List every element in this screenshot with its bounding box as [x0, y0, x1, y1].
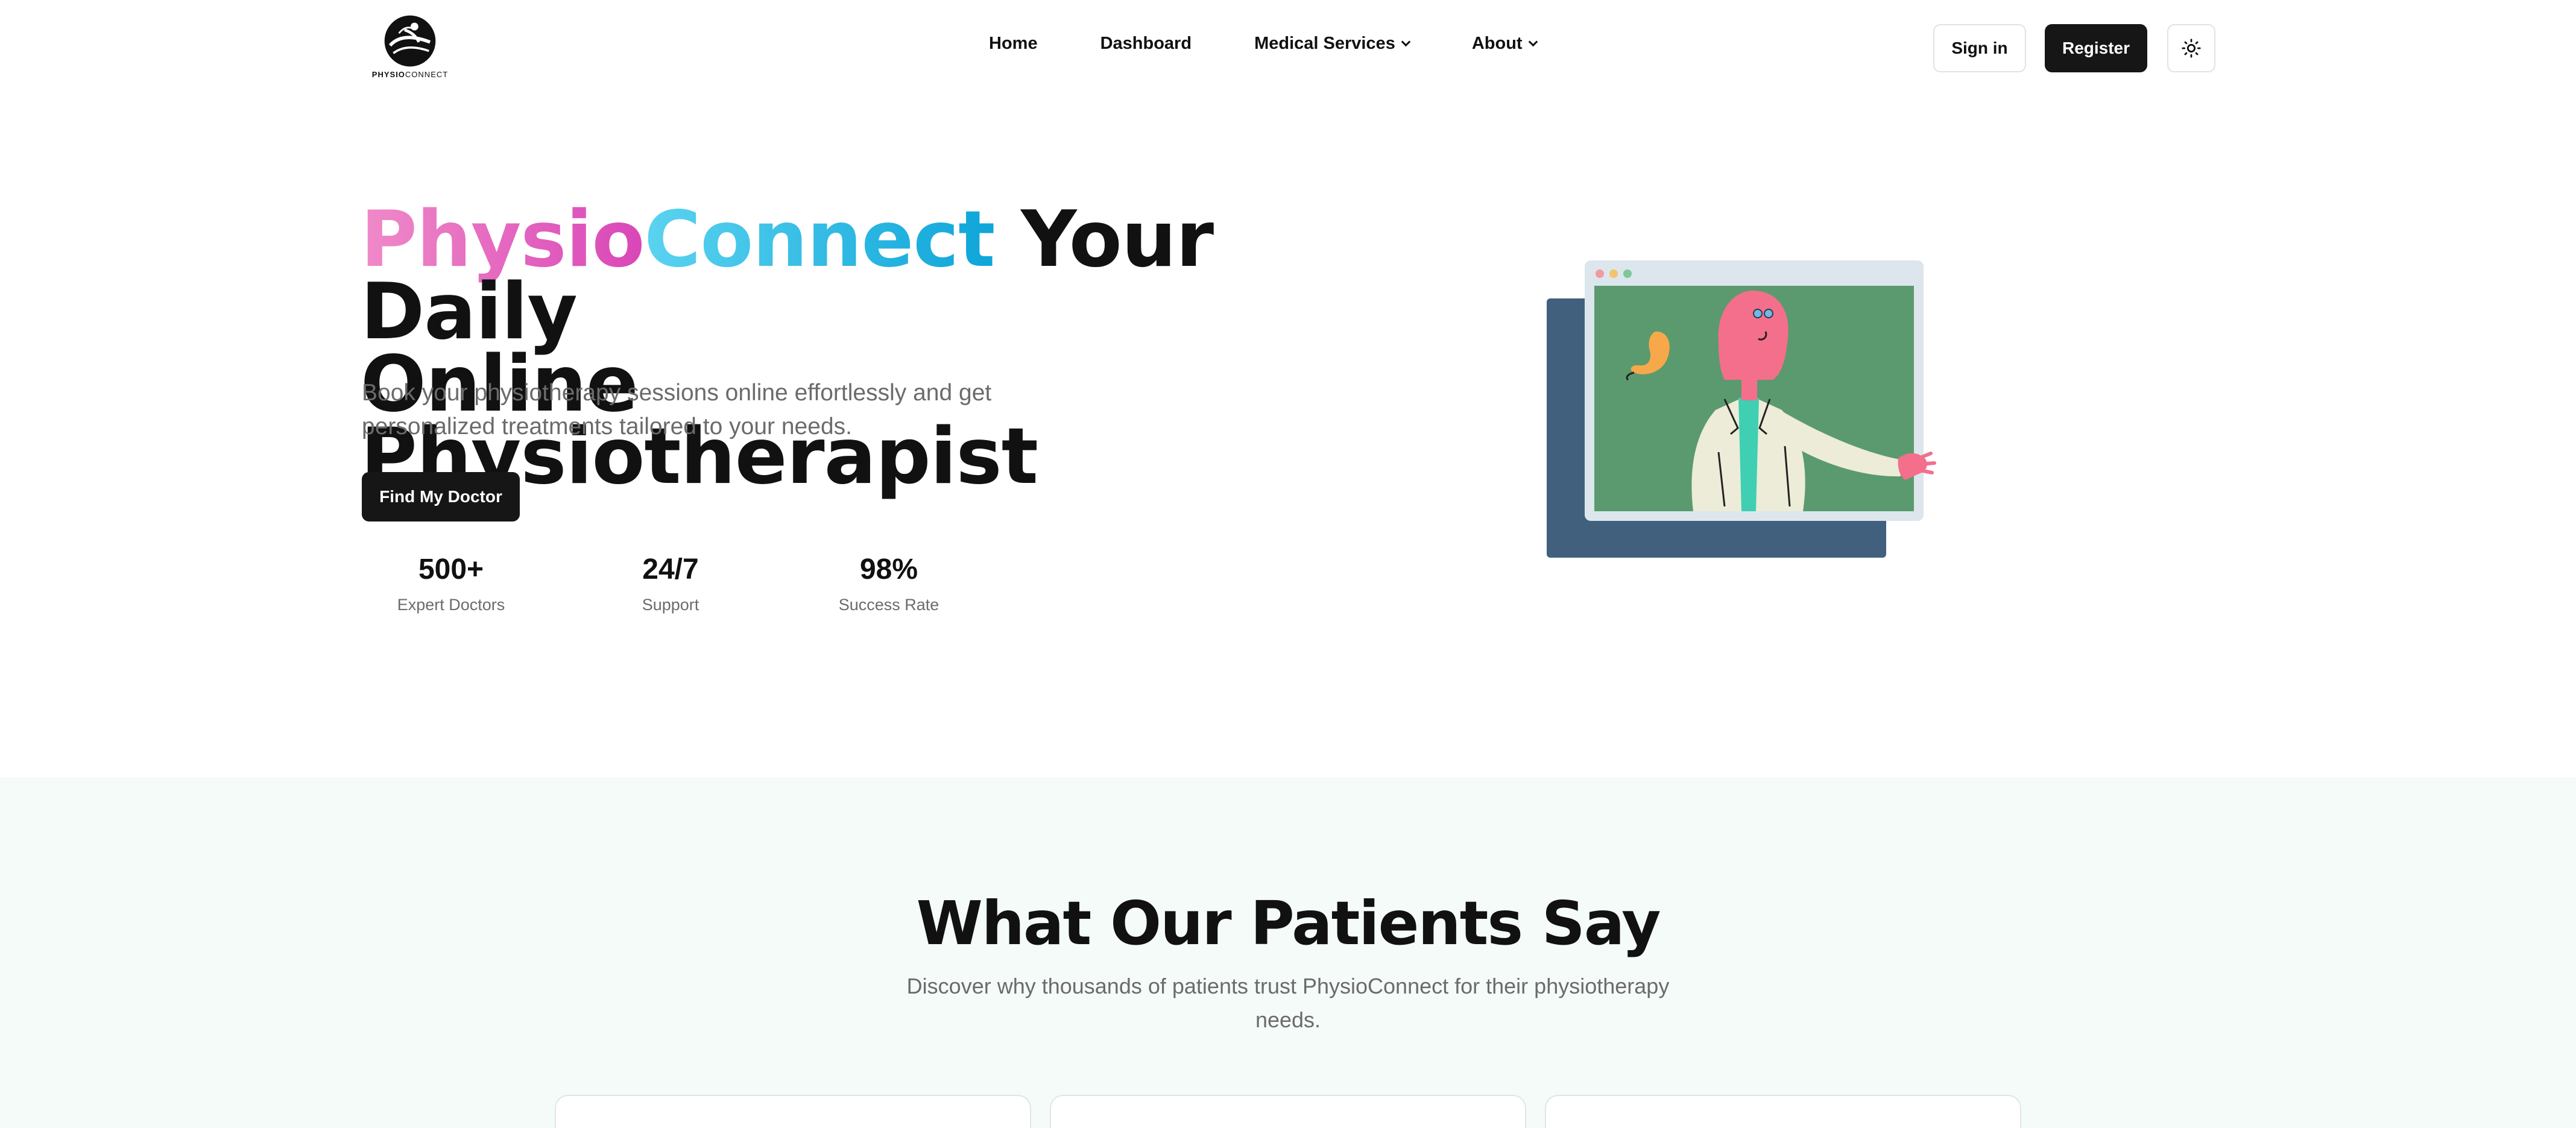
stat-label: Support: [642, 596, 699, 614]
hero-subtitle: Book your physiotherapy sessions online …: [362, 380, 992, 440]
testimonials-title: What Our Patients Say: [916, 888, 1661, 959]
testimonials-subtitle: Discover why thousands of patients trust…: [906, 974, 1670, 1032]
stat-label: Success Rate: [838, 596, 939, 614]
nav-about-label: About: [1471, 34, 1523, 53]
chevron-down-icon: [1528, 37, 1538, 47]
testimonial-card: [555, 1095, 1031, 1128]
stat-value: 98%: [859, 553, 918, 585]
hero-title: PhysioConnect Your Daily Online Physiothe…: [361, 201, 1301, 496]
top-navbar: PHYSIOCONNECT Home Dashboard Medical Ser…: [0, 0, 2576, 96]
sun-icon: [2182, 39, 2201, 58]
stat-expert-doctors: 500+ Expert Doctors: [379, 551, 523, 614]
theme-toggle-button[interactable]: [2167, 24, 2215, 72]
stat-support: 24/7 Support: [598, 551, 743, 614]
register-button[interactable]: Register: [2045, 24, 2147, 72]
main-nav: Home Dashboard Medical Services About: [989, 34, 1599, 54]
stat-label: Expert Doctors: [397, 596, 505, 614]
nav-medical-services-label: Medical Services: [1254, 34, 1395, 53]
physioconnect-logo[interactable]: PHYSIOCONNECT: [368, 13, 452, 84]
logo-emblem-icon: [384, 15, 436, 67]
sign-in-button[interactable]: Sign in: [1933, 24, 2026, 72]
nav-dashboard[interactable]: Dashboard: [1100, 34, 1192, 54]
nav-home-label: Home: [989, 34, 1038, 53]
page: PHYSIOCONNECT Home Dashboard Medical Ser…: [0, 0, 2576, 1128]
doctor-video-call-illustration: [1547, 260, 1936, 558]
testimonial-card: [1545, 1095, 2021, 1128]
hero-title-connect: Connect: [644, 195, 995, 285]
stat-value: 500+: [418, 553, 484, 585]
nav-dashboard-label: Dashboard: [1100, 34, 1192, 53]
stat-success-rate: 98% Success Rate: [816, 551, 961, 614]
testimonial-card: [1050, 1095, 1526, 1128]
chevron-down-icon: [1401, 37, 1411, 47]
find-my-doctor-button[interactable]: Find My Doctor: [362, 472, 520, 521]
nav-medical-services[interactable]: Medical Services: [1254, 34, 1411, 54]
stat-value: 24/7: [642, 553, 699, 585]
nav-about[interactable]: About: [1471, 34, 1538, 54]
logo-wordmark: PHYSIOCONNECT: [371, 70, 449, 79]
nav-home[interactable]: Home: [989, 34, 1038, 54]
